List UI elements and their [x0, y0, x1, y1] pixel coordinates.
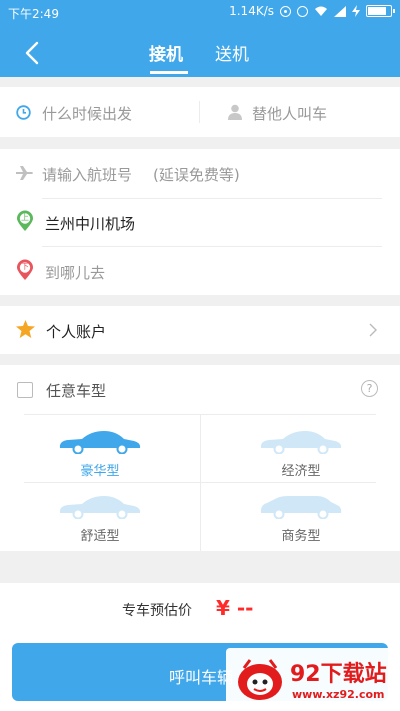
dropoff-pin-label: 下: [21, 262, 29, 271]
car-type-card: 任意车型 ? 豪华型 经济型 舒适型 商务型: [0, 365, 400, 551]
tab-pickup[interactable]: 接机: [149, 40, 183, 65]
sedan-icon: [260, 431, 342, 454]
route-card: 请输入航班号 (延误免费等) 上 兰州中川机场 下 到哪儿去: [0, 149, 400, 295]
van-icon: [260, 496, 342, 519]
status-bar: 下午2:49 1.14K/s: [0, 0, 400, 24]
watermark-logo-icon: [238, 659, 282, 700]
car-option-economy[interactable]: 经济型: [201, 415, 376, 482]
sedan-icon: [59, 431, 141, 454]
time-row-divider: [199, 101, 200, 123]
call-car-label: 呼叫车辆: [169, 668, 234, 687]
time-row: 什么时候出发 替他人叫车: [0, 87, 400, 137]
route-divider-2: [42, 246, 382, 247]
wifi-icon: [315, 6, 327, 16]
any-car-checkbox[interactable]: [17, 382, 33, 398]
route-divider-1: [42, 198, 382, 199]
battery-icon: [366, 5, 395, 17]
app-header: 下午2:49 1.14K/s 接机 送机: [0, 0, 400, 77]
destination-input[interactable]: 到哪儿去: [45, 262, 105, 283]
car-option-label: 豪华型: [80, 464, 120, 479]
car-option-comfort[interactable]: 舒适型: [24, 483, 200, 551]
tab-dropoff[interactable]: 送机: [215, 40, 249, 65]
pickup-location[interactable]: 兰州中川机场: [45, 213, 135, 234]
airplane-icon: [16, 166, 33, 180]
star-icon: [16, 320, 35, 338]
alarm-icon: [297, 5, 308, 17]
help-icon[interactable]: ?: [361, 380, 378, 397]
call-for-other-button[interactable]: 替他人叫车: [252, 103, 327, 124]
estimate-price: ¥ --: [216, 596, 254, 620]
charging-icon: [352, 5, 360, 17]
any-car-label: 任意车型: [46, 382, 107, 400]
car-option-label: 舒适型: [80, 529, 120, 544]
signal-icon: [334, 5, 346, 17]
car-option-business[interactable]: 商务型: [201, 483, 376, 551]
flight-number-input[interactable]: 请输入航班号: [42, 164, 132, 185]
back-arrow-icon[interactable]: [20, 40, 46, 66]
sync-icon: [280, 5, 291, 17]
network-speed: 1.14K/s: [229, 4, 274, 18]
departure-time-field[interactable]: 什么时候出发: [42, 103, 132, 124]
chevron-right-icon: [369, 323, 377, 337]
car-option-luxury[interactable]: 豪华型: [24, 415, 200, 482]
status-icons: 1.14K/s: [229, 4, 395, 18]
active-tab-indicator: [150, 71, 188, 74]
account-row[interactable]: 个人账户: [0, 306, 400, 354]
watermark-brand: 92下载站: [290, 662, 387, 687]
estimate-label: 专车预估价: [122, 603, 192, 619]
pickup-pin-label: 上: [21, 213, 29, 222]
account-label: 个人账户: [46, 323, 107, 341]
car-option-label: 商务型: [281, 529, 321, 544]
clock-icon: [16, 105, 31, 120]
watermark: 92下载站 www.xz92.com: [226, 648, 400, 711]
watermark-url: www.xz92.com: [292, 688, 385, 701]
sedan-icon: [59, 496, 141, 519]
person-icon: [228, 104, 242, 120]
status-time: 下午2:49: [8, 7, 59, 21]
car-option-label: 经济型: [281, 464, 321, 479]
flight-delay-hint: (延误免费等): [153, 166, 240, 184]
